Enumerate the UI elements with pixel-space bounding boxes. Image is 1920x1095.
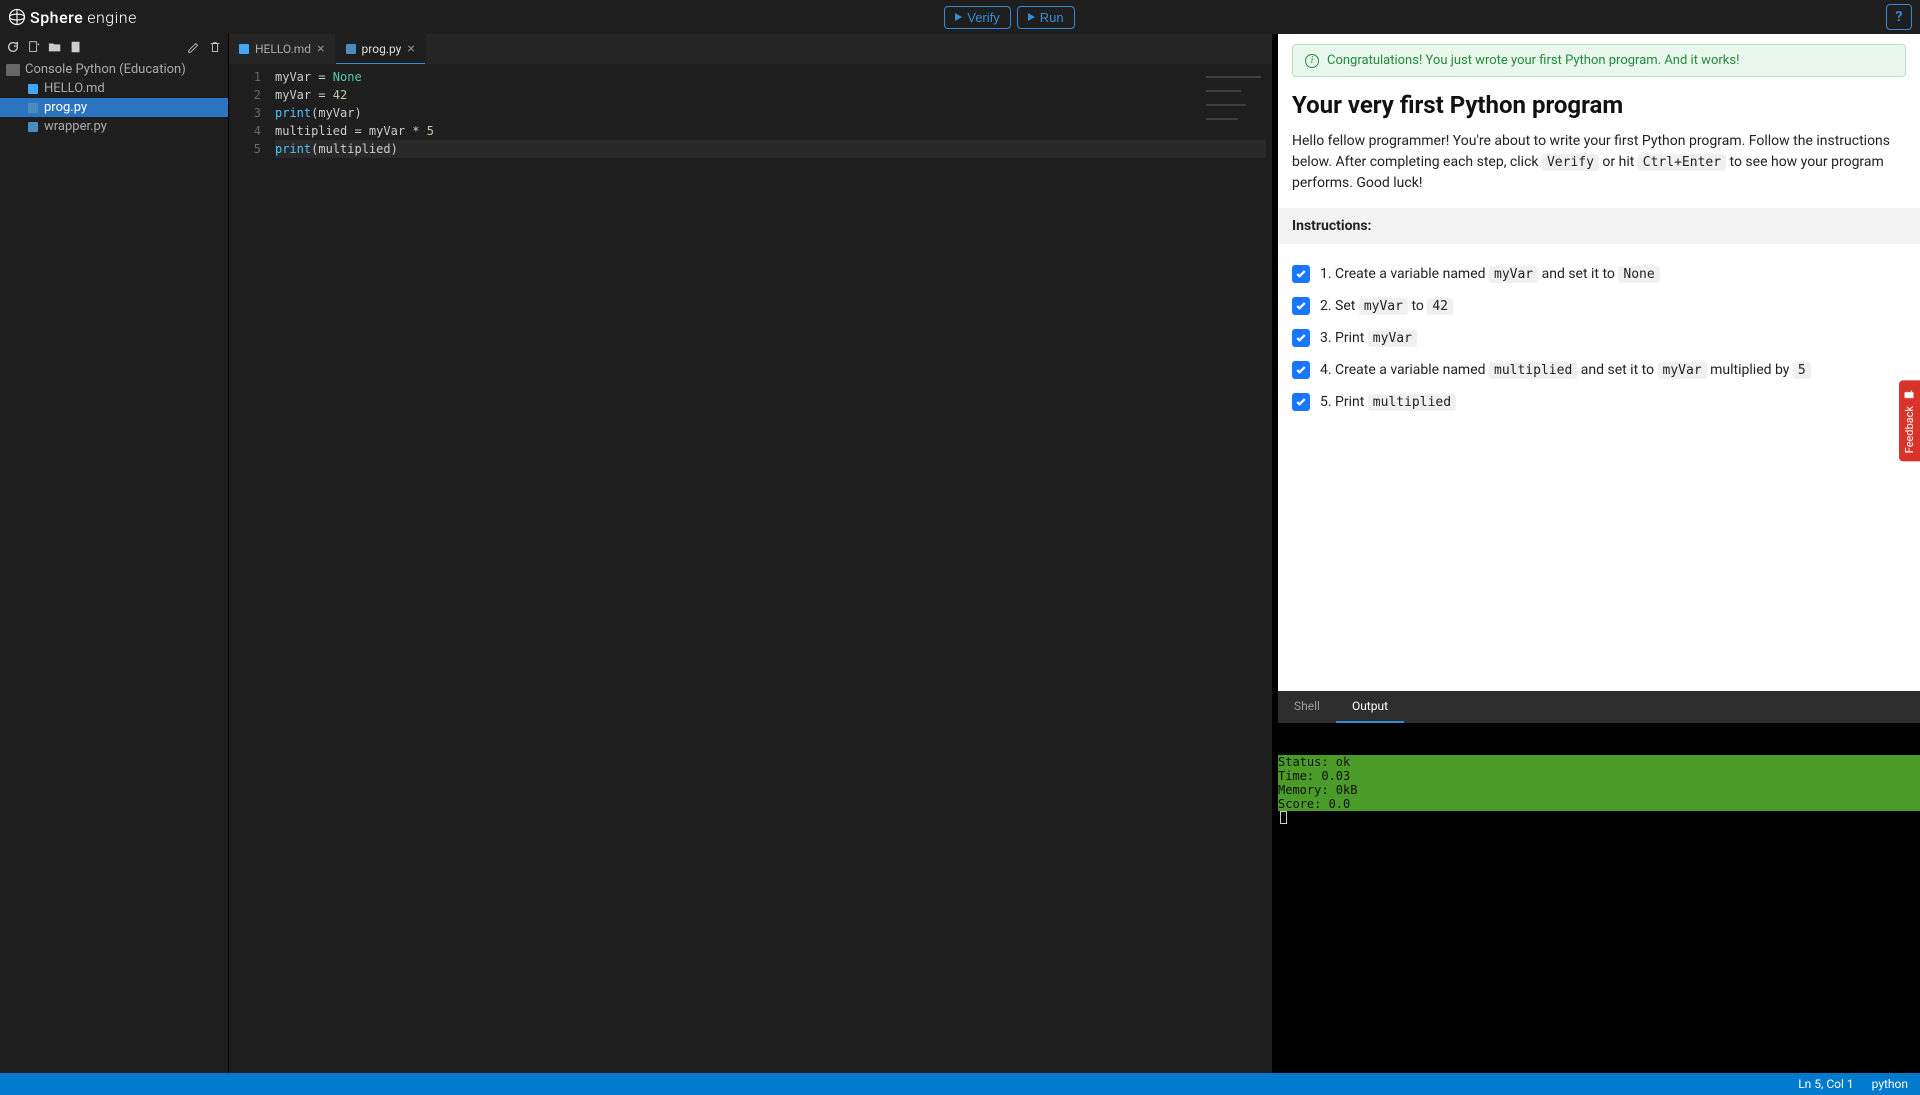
play-icon xyxy=(1028,13,1035,21)
new-folder-icon[interactable] xyxy=(48,40,62,54)
refresh-icon[interactable] xyxy=(6,40,20,54)
code-editor[interactable]: 12345 myVar = None myVar = 42 print(myVa… xyxy=(229,64,1272,1073)
code-token: None xyxy=(1618,266,1659,283)
instructions-pane: i Congratulations! You just wrote your f… xyxy=(1278,34,1920,1073)
logo: Sphere engine xyxy=(8,8,137,27)
help-button[interactable]: ? xyxy=(1886,4,1912,30)
markdown-icon xyxy=(239,44,249,54)
markdown-icon xyxy=(28,84,38,94)
instruction-step: 1. Create a variable named myVar and set… xyxy=(1292,258,1906,290)
language-mode[interactable]: python xyxy=(1872,1077,1908,1091)
step-text: 3. Print myVar xyxy=(1320,330,1417,346)
tab-output[interactable]: Output xyxy=(1336,691,1404,723)
run-button[interactable]: Run xyxy=(1017,6,1075,29)
verify-button[interactable]: Verify xyxy=(944,6,1011,29)
brand-text-2: engine xyxy=(87,8,137,27)
code-token: 42 xyxy=(1427,298,1453,315)
python-icon xyxy=(28,103,38,113)
code-token: myVar xyxy=(1658,362,1707,379)
file-name: wrapper.py xyxy=(44,119,107,134)
editor-tab[interactable]: HELLO.md × xyxy=(229,34,336,64)
instruction-step: 3. Print myVar xyxy=(1292,322,1906,354)
folder-icon xyxy=(6,64,20,76)
instructions-title: Your very first Python program xyxy=(1292,91,1906,119)
brand-text-1: Sphere xyxy=(30,8,83,27)
tab-label: HELLO.md xyxy=(255,42,311,56)
project-folder[interactable]: Console Python (Education) xyxy=(0,60,228,79)
code-token: myVar xyxy=(1359,298,1408,315)
term-status: Status: ok xyxy=(1278,755,1920,769)
chat-icon xyxy=(1904,388,1916,400)
file-name: HELLO.md xyxy=(44,81,105,96)
code-token: multiplied xyxy=(1489,362,1577,379)
instructions-intro: Hello fellow programmer! You're about to… xyxy=(1292,131,1906,194)
code-area[interactable]: myVar = None myVar = 42 print(myVar) mul… xyxy=(269,64,1272,1073)
python-icon xyxy=(28,122,38,132)
instructions-header: Instructions: xyxy=(1278,208,1920,244)
minimap[interactable] xyxy=(1206,68,1266,80)
editor-tabs: HELLO.md × prog.py × xyxy=(229,34,1272,64)
instruction-step: 5. Print multiplied xyxy=(1292,386,1906,418)
instruction-step: 4. Create a variable named multiplied an… xyxy=(1292,354,1906,386)
play-icon xyxy=(955,13,962,21)
output-tabs: Shell Output xyxy=(1278,691,1920,723)
info-icon: i xyxy=(1305,54,1319,68)
file-item[interactable]: prog.py xyxy=(0,98,228,117)
checkbox-checked-icon xyxy=(1292,393,1310,411)
trash-icon[interactable] xyxy=(208,40,222,54)
line-gutter: 12345 xyxy=(229,64,269,1073)
checkbox-checked-icon xyxy=(1292,265,1310,283)
code-token: multiplied xyxy=(1368,394,1456,411)
term-time: Time: 0.03 xyxy=(1278,769,1920,783)
instruction-step: 2. Set myVar to 42 xyxy=(1292,290,1906,322)
new-file-icon[interactable] xyxy=(27,40,41,54)
checkbox-checked-icon xyxy=(1292,297,1310,315)
term-score: Score: 0.0 xyxy=(1278,797,1920,811)
sidebar-toolbar xyxy=(0,34,228,60)
step-text: 2. Set myVar to 42 xyxy=(1320,298,1453,314)
editor-pane: HELLO.md × prog.py × 12345 myVar = None myV… xyxy=(228,34,1274,1073)
file-item[interactable]: wrapper.py xyxy=(0,117,228,136)
term-memory: Memory: 0kB xyxy=(1278,783,1920,797)
cursor-position[interactable]: Ln 5, Col 1 xyxy=(1798,1077,1853,1091)
sphere-icon xyxy=(8,8,26,26)
code-token: myVar xyxy=(1489,266,1538,283)
tab-label: prog.py xyxy=(362,42,402,56)
output-terminal[interactable]: Status: okTime: 0.03Memory: 0kBScore: 0.… xyxy=(1278,723,1920,1073)
editor-tab[interactable]: prog.py × xyxy=(336,34,426,64)
checkbox-checked-icon xyxy=(1292,329,1310,347)
close-icon[interactable]: × xyxy=(407,41,414,57)
file-name: prog.py xyxy=(44,100,87,115)
topbar: Sphere engine Verify Run ? xyxy=(0,0,1920,34)
file-item[interactable]: HELLO.md xyxy=(0,79,228,98)
alert-text: Congratulations! You just wrote your fir… xyxy=(1327,53,1739,68)
term-cursor xyxy=(1280,811,1287,824)
tab-shell[interactable]: Shell xyxy=(1278,691,1336,723)
feedback-tab[interactable]: Feedback xyxy=(1899,380,1920,461)
code-token: 5 xyxy=(1793,362,1811,379)
checkbox-checked-icon xyxy=(1292,361,1310,379)
status-bar: Ln 5, Col 1 python xyxy=(0,1073,1920,1095)
edit-icon[interactable] xyxy=(187,40,201,54)
step-text: 1. Create a variable named myVar and set… xyxy=(1320,266,1660,282)
file-sidebar: Console Python (Education) HELLO.md prog.… xyxy=(0,34,228,1073)
success-alert: i Congratulations! You just wrote your f… xyxy=(1292,44,1906,77)
python-icon xyxy=(346,44,356,54)
step-text: 5. Print multiplied xyxy=(1320,394,1456,410)
code-token: myVar xyxy=(1368,330,1417,347)
close-icon[interactable]: × xyxy=(317,41,324,57)
step-text: 4. Create a variable named multiplied an… xyxy=(1320,362,1811,378)
document-icon[interactable] xyxy=(69,40,83,54)
